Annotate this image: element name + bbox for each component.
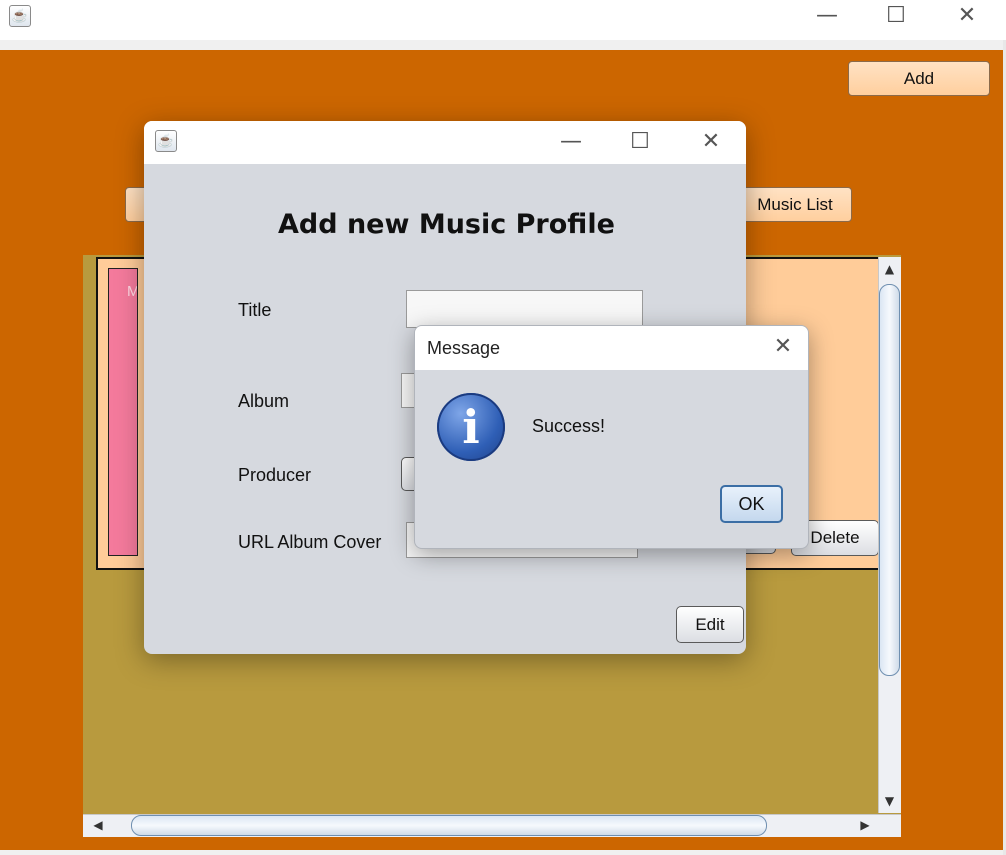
scroll-down-icon[interactable]: ▼ [879, 794, 900, 808]
add-button[interactable]: Add [848, 61, 990, 96]
album-cover-image: M [108, 268, 138, 556]
maximize-button[interactable]: ☐ [876, 5, 916, 27]
url-album-cover-label: URL Album Cover [238, 532, 382, 552]
scroll-up-icon[interactable]: ▲ [879, 262, 900, 276]
producer-label: Producer [238, 465, 312, 485]
title-input[interactable] [406, 290, 643, 328]
album-label: Album [238, 391, 290, 411]
message-title: Message [427, 338, 501, 358]
minimize-button[interactable]: — [807, 5, 847, 27]
scroll-left-icon[interactable]: ◀ [88, 818, 108, 832]
message-dialog: Message ✕ i Success! OK [414, 325, 809, 549]
main-titlebar [0, 0, 1006, 40]
music-list-button[interactable]: Music List [738, 187, 852, 222]
title-label: Title [238, 300, 272, 320]
java-icon: ☕ [155, 130, 177, 152]
message-text: Success! [532, 416, 606, 436]
edit-button[interactable]: Edit [676, 606, 744, 643]
vertical-scroll-thumb[interactable] [879, 284, 900, 676]
dialog-heading: Add new Music Profile [278, 209, 615, 240]
dialog-close-button[interactable]: ✕ [691, 131, 731, 153]
scroll-right-icon[interactable]: ▶ [855, 818, 875, 832]
close-button[interactable]: ✕ [947, 5, 987, 27]
horizontal-scroll-thumb[interactable] [131, 815, 767, 836]
java-icon: ☕ [9, 5, 31, 27]
info-icon: i [437, 393, 505, 461]
album-cover-text: M [127, 283, 137, 300]
dialog-maximize-button[interactable]: ☐ [620, 131, 660, 153]
ok-button[interactable]: OK [720, 485, 783, 523]
message-close-button[interactable]: ✕ [763, 336, 803, 358]
dialog-minimize-button[interactable]: — [551, 131, 591, 153]
